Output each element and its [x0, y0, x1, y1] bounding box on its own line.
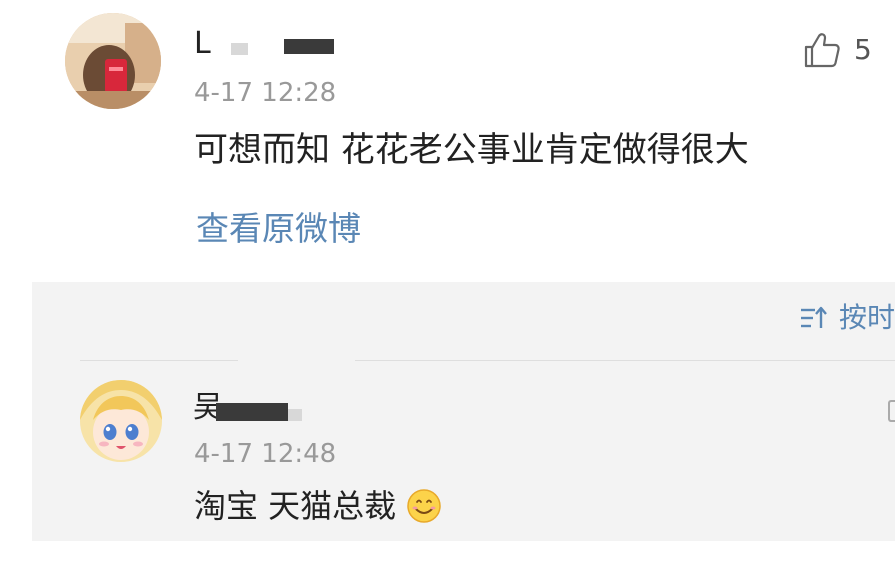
redacted-name-part [288, 409, 302, 421]
reply-timestamp: 4-17 12:48 [194, 439, 337, 469]
comment-timestamp: 4-17 12:28 [194, 78, 337, 108]
reply-text: 淘宝 天猫总裁 [194, 487, 397, 525]
reply-text-row: 淘宝 天猫总裁 [194, 484, 442, 528]
weibo-comment-screen: L 5 4-17 12:28 可想而知 花花老公事业肯定做得很大 查看原微博 按… [0, 0, 895, 565]
sort-icon [800, 306, 827, 328]
commenter-name[interactable]: L [194, 26, 211, 62]
divider [80, 360, 238, 361]
divider [355, 360, 895, 361]
thumbs-up-icon [804, 33, 840, 68]
comment-text: 可想而知 花花老公事业肯定做得很大 [194, 130, 749, 170]
sort-label: 按时 [838, 301, 895, 334]
sort-toggle[interactable]: 按时 [799, 300, 895, 336]
smiley-icon [407, 489, 441, 523]
avatar-photo [65, 13, 161, 109]
like-count: 5 [854, 33, 872, 66]
avatar-anime-girl [80, 380, 162, 462]
replier-avatar[interactable] [80, 380, 162, 462]
like-button[interactable]: 5 [802, 28, 872, 72]
redacted-name-part [231, 43, 248, 55]
view-original-weibo-link[interactable]: 查看原微博 [196, 207, 361, 251]
replies-panel: 按时 [32, 282, 895, 541]
redacted-name-part [216, 403, 288, 421]
reply-like-icon[interactable] [888, 400, 895, 422]
redacted-name-part [284, 39, 334, 54]
commenter-avatar[interactable] [65, 13, 161, 109]
